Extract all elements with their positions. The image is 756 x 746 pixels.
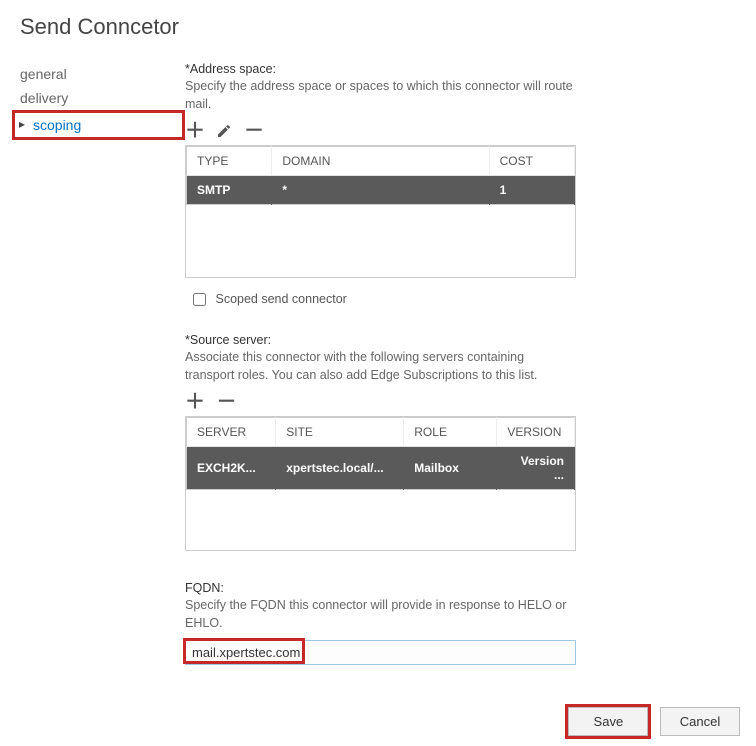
save-button[interactable]: Save: [568, 707, 648, 736]
source-server-help: Associate this connector with the follow…: [185, 349, 576, 384]
cell-type: SMTP: [187, 176, 272, 205]
source-server-label: *Source server:: [185, 333, 576, 347]
col-version: VERSION: [497, 418, 575, 447]
address-space-toolbar: ＋ －: [185, 121, 576, 141]
scoped-checkbox[interactable]: [193, 293, 206, 306]
cell-role: Mailbox: [404, 447, 497, 490]
sidebar: general delivery scoping: [0, 54, 185, 665]
sidebar-item-scoping[interactable]: scoping: [12, 110, 185, 140]
source-server-grid: SERVER SITE ROLE VERSION EXCH2K... xpert…: [185, 416, 576, 551]
cell-domain: *: [272, 176, 489, 205]
col-cost: COST: [489, 147, 574, 176]
table-row[interactable]: SMTP * 1: [187, 176, 575, 205]
scoped-checkbox-row: Scoped send connector: [189, 290, 576, 309]
address-space-grid: TYPE DOMAIN COST SMTP * 1: [185, 145, 576, 278]
add-icon[interactable]: ＋: [185, 121, 205, 141]
cell-cost: 1: [489, 176, 574, 205]
edit-icon[interactable]: [216, 121, 232, 141]
table-row[interactable]: EXCH2K... xpertstec.local/... Mailbox Ve…: [187, 447, 575, 490]
scoped-checkbox-label: Scoped send connector: [215, 292, 346, 306]
cell-server: EXCH2K...: [187, 447, 276, 490]
add-icon[interactable]: ＋: [185, 392, 205, 412]
fqdn-input[interactable]: [185, 640, 576, 665]
col-domain: DOMAIN: [272, 147, 489, 176]
remove-icon[interactable]: －: [244, 121, 264, 141]
col-site: SITE: [276, 418, 404, 447]
sidebar-item-delivery[interactable]: delivery: [12, 86, 185, 110]
col-role: ROLE: [404, 418, 497, 447]
source-server-toolbar: ＋ －: [185, 392, 576, 412]
page-title: Send Conncetor: [0, 0, 756, 54]
footer: Save Cancel: [560, 707, 740, 736]
col-type: TYPE: [187, 147, 272, 176]
address-space-label: *Address space:: [185, 62, 576, 76]
col-server: SERVER: [187, 418, 276, 447]
cell-version: Version ...: [497, 447, 575, 490]
main-panel: *Address space: Specify the address spac…: [185, 54, 756, 665]
address-space-help: Specify the address space or spaces to w…: [185, 78, 576, 113]
cancel-button[interactable]: Cancel: [660, 707, 740, 736]
sidebar-item-general[interactable]: general: [12, 62, 185, 86]
remove-icon[interactable]: －: [216, 392, 236, 412]
fqdn-label: FQDN:: [185, 581, 576, 595]
fqdn-help: Specify the FQDN this connector will pro…: [185, 597, 576, 632]
cell-site: xpertstec.local/...: [276, 447, 404, 490]
